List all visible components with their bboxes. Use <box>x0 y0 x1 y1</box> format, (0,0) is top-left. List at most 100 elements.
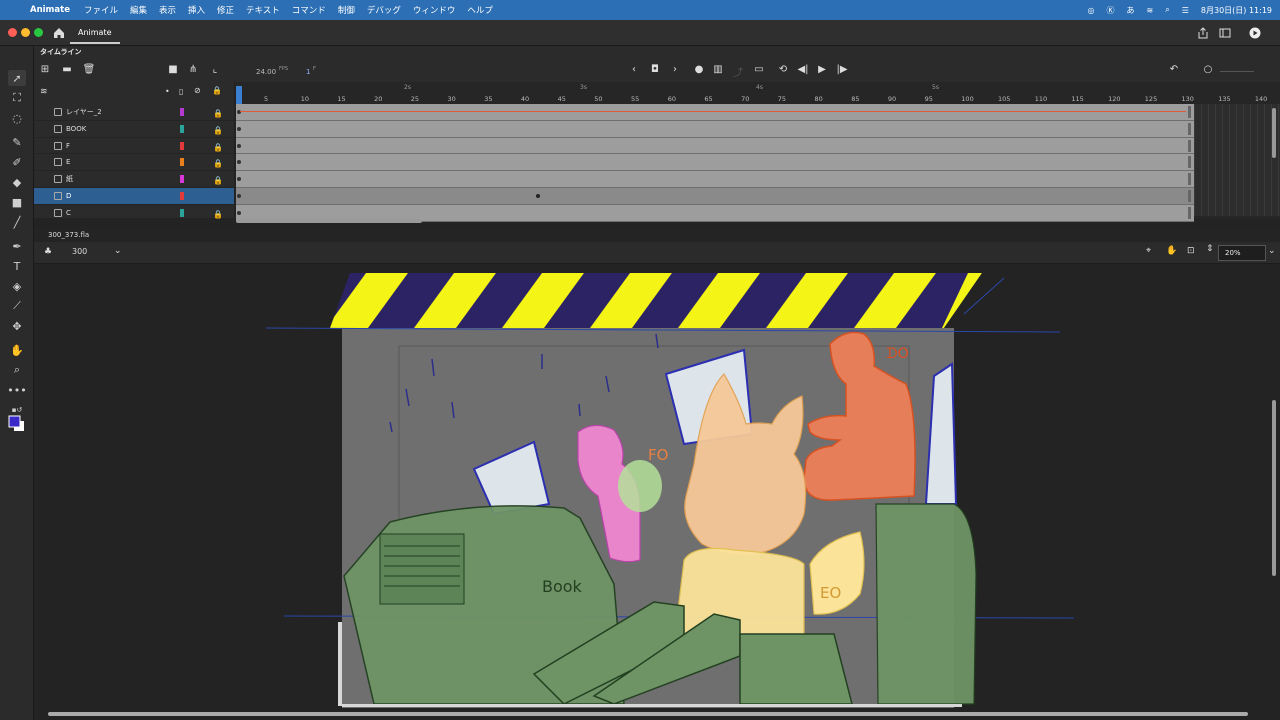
frame-number[interactable]: 100 <box>961 95 973 103</box>
home-icon[interactable] <box>52 26 66 40</box>
zoom-stepper-icon[interactable]: ⇕ <box>1206 244 1214 254</box>
clip-stage-icon[interactable]: ⊡ <box>1187 246 1195 256</box>
onion-skin-icon[interactable]: ● <box>692 64 706 75</box>
frame-number[interactable]: 125 <box>1145 95 1157 103</box>
zoom-dropdown-icon[interactable]: ⌄ <box>1268 246 1276 256</box>
frame-number[interactable]: 20 <box>374 95 382 103</box>
new-layer-icon[interactable]: ⊞ <box>38 64 52 75</box>
stage-canvas[interactable]: ᗪO FO EO Book <box>34 264 1280 720</box>
pin-tool-icon[interactable]: ✥ <box>8 318 26 334</box>
next-keyframe-icon[interactable]: › <box>668 64 682 75</box>
selection-tool-icon[interactable]: ➚ <box>8 70 26 86</box>
lock-icon[interactable]: 🔒 <box>213 156 223 172</box>
frame-number[interactable]: 115 <box>1071 95 1083 103</box>
fps-value[interactable]: 24.00 <box>256 68 276 76</box>
new-folder-icon[interactable]: ▬ <box>60 64 74 75</box>
menu-view[interactable]: 表示 <box>159 4 176 16</box>
frame-number[interactable]: 120 <box>1108 95 1120 103</box>
layer-outline-color[interactable] <box>180 108 184 116</box>
step-forward-icon[interactable]: |▶ <box>835 64 849 75</box>
scene-name[interactable]: 300 <box>72 247 87 256</box>
menu-control[interactable]: 制御 <box>338 4 355 16</box>
menubar-datetime[interactable]: 8月30日(日) 11:19 <box>1201 5 1272 16</box>
minimize-window-button[interactable] <box>21 28 30 37</box>
lock-icon[interactable]: 🔒 <box>213 140 223 156</box>
timeline-panel-title[interactable]: タイムライン <box>34 46 1280 60</box>
timeline-zoom-slider[interactable]: ○ <box>1201 64 1215 75</box>
lock-layers-icon[interactable]: 🔒 <box>212 86 222 95</box>
layer-row[interactable]: レイヤー_2 🔒 <box>34 104 234 121</box>
lock-icon[interactable]: 🔒 <box>213 173 223 189</box>
scene-icon[interactable]: ♣ <box>44 247 52 257</box>
delete-layer-icon[interactable]: 🗑 <box>82 64 96 75</box>
outline-layers-icon[interactable]: ▯ <box>179 87 183 96</box>
layer-name[interactable]: BOOK <box>66 121 86 137</box>
frame-number[interactable]: 75 <box>778 95 786 103</box>
frame-number[interactable]: 105 <box>998 95 1010 103</box>
camera-icon[interactable]: ■ <box>166 64 180 75</box>
rectangle-tool-icon[interactable]: ■ <box>8 194 26 210</box>
spotlight-search-icon[interactable]: ⌕ <box>1165 5 1169 15</box>
wifi-icon[interactable]: ≋ <box>1147 6 1154 15</box>
share-icon[interactable] <box>1196 26 1210 40</box>
layer-name[interactable]: 紙 <box>66 171 73 187</box>
menu-file[interactable]: ファイル <box>84 4 118 16</box>
layer-outline-color[interactable] <box>180 175 184 184</box>
menu-insert[interactable]: 挿入 <box>188 4 205 16</box>
layer-row[interactable]: D <box>34 187 234 205</box>
frame-ruler[interactable]: 5 10 15 20 25 30 35 40 45 50 55 60 65 70 75 80 85 90 95 100… <box>236 82 1280 104</box>
keyframe-dot[interactable] <box>237 194 241 198</box>
lock-icon[interactable]: 🔒 <box>213 207 223 223</box>
frame-grid[interactable] <box>236 104 1194 222</box>
keyframe-dot[interactable] <box>536 194 540 198</box>
frame-number[interactable]: 5 <box>264 95 268 103</box>
line-tool-icon[interactable]: ╱ <box>8 214 26 230</box>
stage-horizontal-scrollbar[interactable] <box>48 712 1248 716</box>
pen-tool-icon[interactable]: ✒ <box>8 238 26 254</box>
frame-number[interactable]: 60 <box>668 95 676 103</box>
app-menu[interactable]: Animate <box>30 5 70 15</box>
layer-row[interactable]: E 🔒 <box>34 154 234 172</box>
frame-number[interactable]: 70 <box>741 95 749 103</box>
layer-outline-color[interactable] <box>180 158 184 167</box>
frame-number[interactable]: 30 <box>448 95 456 103</box>
free-transform-tool-icon[interactable]: ⛶ <box>8 90 26 106</box>
frame-number[interactable]: 65 <box>704 95 712 103</box>
zoom-tool-icon[interactable]: ⌕ <box>8 362 26 378</box>
frame-number[interactable]: 40 <box>521 95 529 103</box>
frame-number[interactable]: 130 <box>1182 95 1194 103</box>
frame-row[interactable] <box>236 137 1194 155</box>
menu-commands[interactable]: コマンド <box>292 4 326 16</box>
frame-number[interactable]: 135 <box>1218 95 1230 103</box>
frame-row[interactable] <box>236 188 1194 205</box>
creative-cloud-icon[interactable]: ◎ <box>1088 6 1095 15</box>
menu-help[interactable]: ヘルプ <box>467 4 493 16</box>
layer-outline-color[interactable] <box>180 124 184 133</box>
test-movie-icon[interactable] <box>1248 26 1262 40</box>
frame-number[interactable]: 110 <box>1035 95 1047 103</box>
layer-row[interactable]: 紙 🔒 <box>34 171 234 188</box>
layer-outline-color[interactable] <box>180 191 184 200</box>
previous-keyframe-icon[interactable]: ‹ <box>627 64 641 75</box>
timeline-vertical-scrollbar[interactable] <box>1272 108 1276 158</box>
layer-outline-color[interactable] <box>180 141 184 150</box>
frame-view-icon[interactable]: ▭ <box>752 64 766 75</box>
input-method-icon[interactable]: あ <box>1127 5 1135 16</box>
layer-parenting-icon[interactable]: ⋔ <box>186 64 200 75</box>
hand-tool-icon[interactable]: ✋ <box>8 342 26 358</box>
step-back-icon[interactable]: ◀| <box>796 64 810 75</box>
play-icon[interactable]: ▶ <box>815 64 829 75</box>
lock-icon[interactable]: 🔒 <box>213 106 223 122</box>
lock-icon[interactable]: 🔒 <box>213 123 223 139</box>
frame-number[interactable]: 90 <box>888 95 896 103</box>
eraser-tool-icon[interactable]: ◆ <box>8 174 26 190</box>
layer-row[interactable]: F 🔒 <box>34 138 234 155</box>
frame-number[interactable]: 140 <box>1255 95 1267 103</box>
document-tab[interactable]: Animate <box>70 22 120 44</box>
tween-icon[interactable]: ⤴ <box>731 64 745 79</box>
frame-number[interactable]: 50 <box>594 95 602 103</box>
layer-name[interactable]: レイヤー_2 <box>66 104 102 120</box>
zoom-window-button[interactable] <box>34 28 43 37</box>
control-center-icon[interactable]: ☰ <box>1182 6 1189 15</box>
loop-icon[interactable]: ⟲ <box>776 64 790 75</box>
